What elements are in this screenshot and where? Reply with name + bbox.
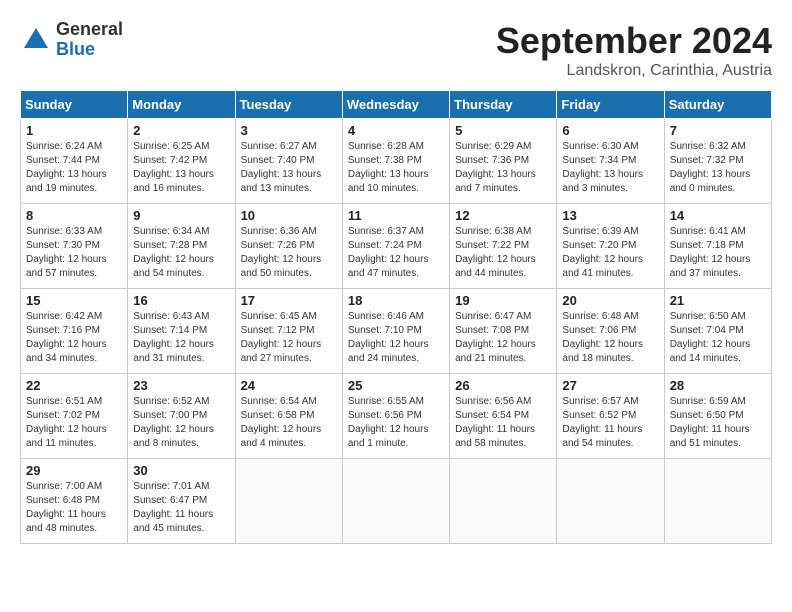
logo-text: General Blue (56, 20, 123, 60)
empty-cell-3 (450, 459, 557, 544)
logo-icon (20, 24, 52, 56)
day-26: 26 Sunrise: 6:56 AM Sunset: 6:54 PM Dayl… (450, 374, 557, 459)
day-7: 7 Sunrise: 6:32 AM Sunset: 7:32 PM Dayli… (664, 119, 771, 204)
day-14: 14 Sunrise: 6:41 AM Sunset: 7:18 PM Dayl… (664, 204, 771, 289)
day-20: 20 Sunrise: 6:48 AM Sunset: 7:06 PM Dayl… (557, 289, 664, 374)
empty-cell-4 (557, 459, 664, 544)
title-block: September 2024 Landskron, Carinthia, Aus… (496, 20, 772, 80)
month-title: September 2024 (496, 20, 772, 62)
day-1: 1 Sunrise: 6:24 AM Sunset: 7:44 PM Dayli… (21, 119, 128, 204)
header-wednesday: Wednesday (342, 91, 449, 119)
day-4: 4 Sunrise: 6:28 AM Sunset: 7:38 PM Dayli… (342, 119, 449, 204)
day-9: 9 Sunrise: 6:34 AM Sunset: 7:28 PM Dayli… (128, 204, 235, 289)
day-5: 5 Sunrise: 6:29 AM Sunset: 7:36 PM Dayli… (450, 119, 557, 204)
day-8: 8 Sunrise: 6:33 AM Sunset: 7:30 PM Dayli… (21, 204, 128, 289)
day-3: 3 Sunrise: 6:27 AM Sunset: 7:40 PM Dayli… (235, 119, 342, 204)
empty-cell-5 (664, 459, 771, 544)
empty-cell-1 (235, 459, 342, 544)
header-sunday: Sunday (21, 91, 128, 119)
day-25: 25 Sunrise: 6:55 AM Sunset: 6:56 PM Dayl… (342, 374, 449, 459)
week-row-2: 8 Sunrise: 6:33 AM Sunset: 7:30 PM Dayli… (21, 204, 772, 289)
header-saturday: Saturday (664, 91, 771, 119)
day-6: 6 Sunrise: 6:30 AM Sunset: 7:34 PM Dayli… (557, 119, 664, 204)
day-16: 16 Sunrise: 6:43 AM Sunset: 7:14 PM Dayl… (128, 289, 235, 374)
page-header: General Blue September 2024 Landskron, C… (20, 20, 772, 80)
location-subtitle: Landskron, Carinthia, Austria (496, 62, 772, 80)
logo-general: General (56, 20, 123, 40)
header-tuesday: Tuesday (235, 91, 342, 119)
day-12: 12 Sunrise: 6:38 AM Sunset: 7:22 PM Dayl… (450, 204, 557, 289)
day-22: 22 Sunrise: 6:51 AM Sunset: 7:02 PM Dayl… (21, 374, 128, 459)
logo: General Blue (20, 20, 123, 60)
day-30: 30 Sunrise: 7:01 AM Sunset: 6:47 PM Dayl… (128, 459, 235, 544)
calendar-table: Sunday Monday Tuesday Wednesday Thursday… (20, 90, 772, 544)
day-11: 11 Sunrise: 6:37 AM Sunset: 7:24 PM Dayl… (342, 204, 449, 289)
day-19: 19 Sunrise: 6:47 AM Sunset: 7:08 PM Dayl… (450, 289, 557, 374)
day-2: 2 Sunrise: 6:25 AM Sunset: 7:42 PM Dayli… (128, 119, 235, 204)
day-10: 10 Sunrise: 6:36 AM Sunset: 7:26 PM Dayl… (235, 204, 342, 289)
day-17: 17 Sunrise: 6:45 AM Sunset: 7:12 PM Dayl… (235, 289, 342, 374)
day-24: 24 Sunrise: 6:54 AM Sunset: 6:58 PM Dayl… (235, 374, 342, 459)
day-18: 18 Sunrise: 6:46 AM Sunset: 7:10 PM Dayl… (342, 289, 449, 374)
week-row-3: 15 Sunrise: 6:42 AM Sunset: 7:16 PM Dayl… (21, 289, 772, 374)
day-13: 13 Sunrise: 6:39 AM Sunset: 7:20 PM Dayl… (557, 204, 664, 289)
week-row-4: 22 Sunrise: 6:51 AM Sunset: 7:02 PM Dayl… (21, 374, 772, 459)
calendar-header-row: Sunday Monday Tuesday Wednesday Thursday… (21, 91, 772, 119)
week-row-5: 29 Sunrise: 7:00 AM Sunset: 6:48 PM Dayl… (21, 459, 772, 544)
logo-blue: Blue (56, 40, 123, 60)
day-29: 29 Sunrise: 7:00 AM Sunset: 6:48 PM Dayl… (21, 459, 128, 544)
header-friday: Friday (557, 91, 664, 119)
day-23: 23 Sunrise: 6:52 AM Sunset: 7:00 PM Dayl… (128, 374, 235, 459)
empty-cell-2 (342, 459, 449, 544)
header-monday: Monday (128, 91, 235, 119)
day-27: 27 Sunrise: 6:57 AM Sunset: 6:52 PM Dayl… (557, 374, 664, 459)
week-row-1: 1 Sunrise: 6:24 AM Sunset: 7:44 PM Dayli… (21, 119, 772, 204)
day-15: 15 Sunrise: 6:42 AM Sunset: 7:16 PM Dayl… (21, 289, 128, 374)
day-28: 28 Sunrise: 6:59 AM Sunset: 6:50 PM Dayl… (664, 374, 771, 459)
day-21: 21 Sunrise: 6:50 AM Sunset: 7:04 PM Dayl… (664, 289, 771, 374)
header-thursday: Thursday (450, 91, 557, 119)
